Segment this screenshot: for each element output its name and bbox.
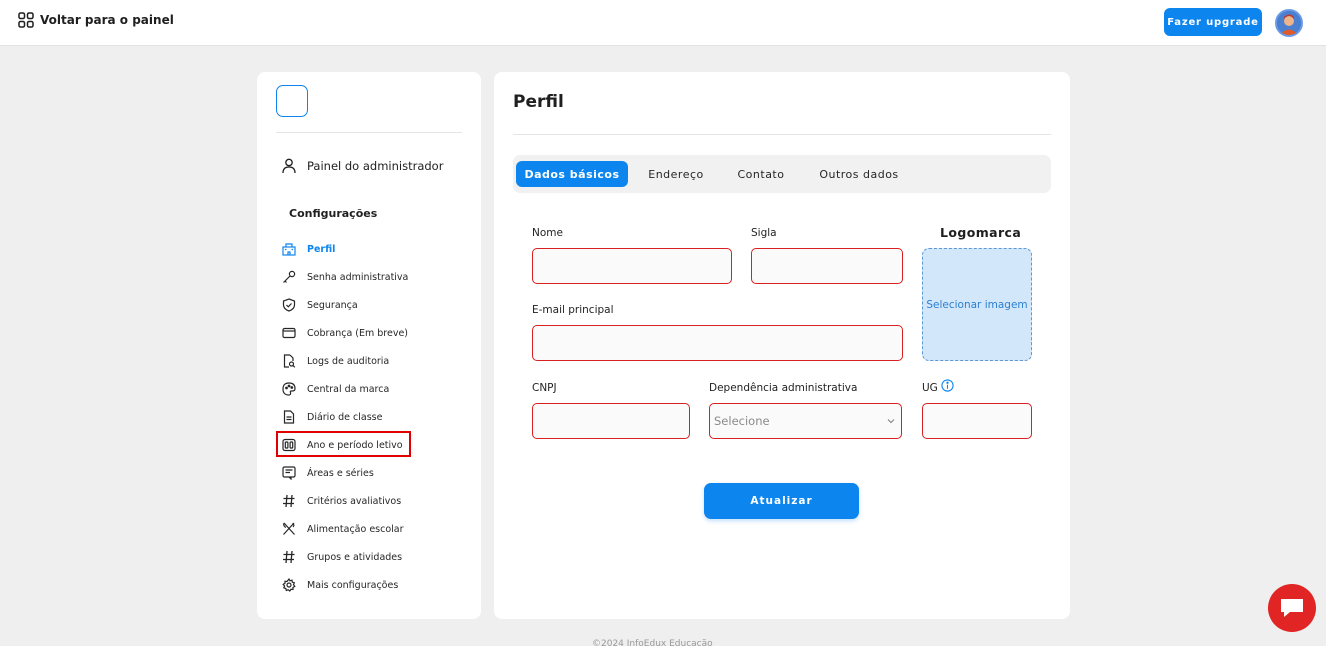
email-input[interactable] — [532, 325, 903, 361]
nome-label: Nome — [532, 227, 563, 239]
avatar-face-icon — [1277, 11, 1301, 35]
sidebar-item-areas-series[interactable]: Áreas e séries — [282, 461, 442, 485]
select-image-button[interactable]: Selecionar imagem — [922, 248, 1032, 361]
chat-bubble-icon — [1281, 599, 1303, 617]
sidebar-item-label: Diário de classe — [307, 411, 383, 423]
sidebar-item-perfil[interactable]: Perfil — [282, 237, 442, 261]
logo-label: Logomarca — [940, 225, 1022, 240]
chevron-down-icon — [887, 419, 895, 424]
dependencia-selected-value: Selecione — [714, 414, 770, 428]
ug-input[interactable] — [922, 403, 1032, 439]
shield-icon — [282, 298, 296, 312]
tab-other-data[interactable]: Outros dados — [806, 161, 912, 187]
institution-logo-placeholder — [276, 85, 308, 117]
gear-icon — [282, 578, 296, 592]
grid-icon — [18, 12, 34, 28]
hash-icon — [283, 494, 295, 508]
sidebar-item-brand-center[interactable]: Central da marca — [282, 377, 442, 401]
highlight-box — [276, 431, 411, 457]
tab-contact[interactable]: Contato — [725, 161, 797, 187]
document-icon — [283, 410, 295, 424]
sidebar-item-label: Perfil — [307, 243, 336, 255]
sidebar-item-label: Logs de auditoria — [307, 355, 390, 367]
sidebar-item-label: Mais configurações — [307, 579, 399, 591]
page-title: Perfil — [513, 92, 564, 112]
upgrade-button[interactable]: Fazer upgrade — [1164, 8, 1262, 36]
file-search-icon — [283, 354, 296, 368]
email-label: E-mail principal — [532, 304, 614, 316]
tab-basic-data[interactable]: Dados básicos — [516, 161, 628, 187]
chat-button[interactable] — [1268, 584, 1316, 632]
sidebar-item-label: Cobrança (Em breve) — [307, 327, 409, 339]
back-to-dashboard-link[interactable]: Voltar para o painel — [18, 12, 174, 28]
sidebar-item-class-diary[interactable]: Diário de classe — [282, 405, 442, 429]
back-link-label: Voltar para o painel — [40, 13, 174, 27]
top-bar: Voltar para o painel Fazer upgrade — [0, 0, 1326, 46]
profile-tabs: Dados básicos Endereço Contato Outros da… — [513, 155, 1051, 193]
sidebar-item-label: Senha administrativa — [307, 271, 409, 283]
sidebar-item-more-settings[interactable]: Mais configurações — [282, 573, 442, 597]
cnpj-label: CNPJ — [532, 382, 557, 394]
sidebar-divider — [276, 132, 462, 133]
sidebar-item-label: Critérios avaliativos — [307, 495, 402, 507]
title-divider — [513, 134, 1051, 135]
sidebar-item-audit-logs[interactable]: Logs de auditoria — [282, 349, 442, 373]
list-box-icon — [282, 466, 296, 480]
credit-card-icon — [282, 327, 296, 339]
profile-panel: Perfil Dados básicos Endereço Contato Ou… — [494, 72, 1070, 619]
sidebar-item-evaluation-criteria[interactable]: Critérios avaliativos — [282, 489, 442, 513]
sidebar-item-label: Painel do administrador — [307, 159, 444, 173]
sigla-input[interactable] — [751, 248, 903, 284]
settings-section-title: Configurações — [289, 207, 378, 220]
hash-icon — [283, 550, 295, 564]
sidebar-item-groups-activities[interactable]: Grupos e atividades — [282, 545, 442, 569]
user-avatar-icon[interactable] — [1275, 9, 1303, 37]
info-icon[interactable] — [941, 379, 954, 392]
sidebar-item-label: Segurança — [307, 299, 358, 311]
sidebar-item-label: Alimentação escolar — [307, 523, 404, 535]
sigla-label: Sigla — [751, 227, 777, 239]
cnpj-input[interactable] — [532, 403, 690, 439]
utensils-icon — [283, 522, 295, 535]
tab-address[interactable]: Endereço — [635, 161, 717, 187]
building-icon — [282, 243, 296, 256]
footer-text: ©2024 InfoEdux Educação — [592, 639, 713, 646]
nome-input[interactable] — [532, 248, 732, 284]
sidebar-item-label: Central da marca — [307, 383, 390, 395]
ug-label: UG — [922, 382, 938, 394]
sidebar-item-label: Áreas e séries — [307, 467, 374, 479]
user-icon — [282, 158, 296, 174]
sidebar-item-billing[interactable]: Cobrança (Em breve) — [282, 321, 442, 345]
sidebar-item-admin-panel[interactable]: Painel do administrador — [282, 158, 443, 174]
settings-sidebar: Painel do administrador Configurações Pe… — [257, 72, 481, 619]
dependencia-label: Dependência administrativa — [709, 382, 858, 394]
sidebar-item-admin-password[interactable]: Senha administrativa — [282, 265, 442, 289]
palette-icon — [282, 382, 296, 396]
dependencia-select[interactable]: Selecione — [709, 403, 902, 439]
sidebar-item-security[interactable]: Segurança — [282, 293, 442, 317]
sidebar-item-school-meals[interactable]: Alimentação escolar — [282, 517, 442, 541]
key-icon — [283, 270, 296, 283]
update-button[interactable]: Atualizar — [704, 483, 859, 519]
sidebar-item-label: Grupos e atividades — [307, 551, 403, 563]
